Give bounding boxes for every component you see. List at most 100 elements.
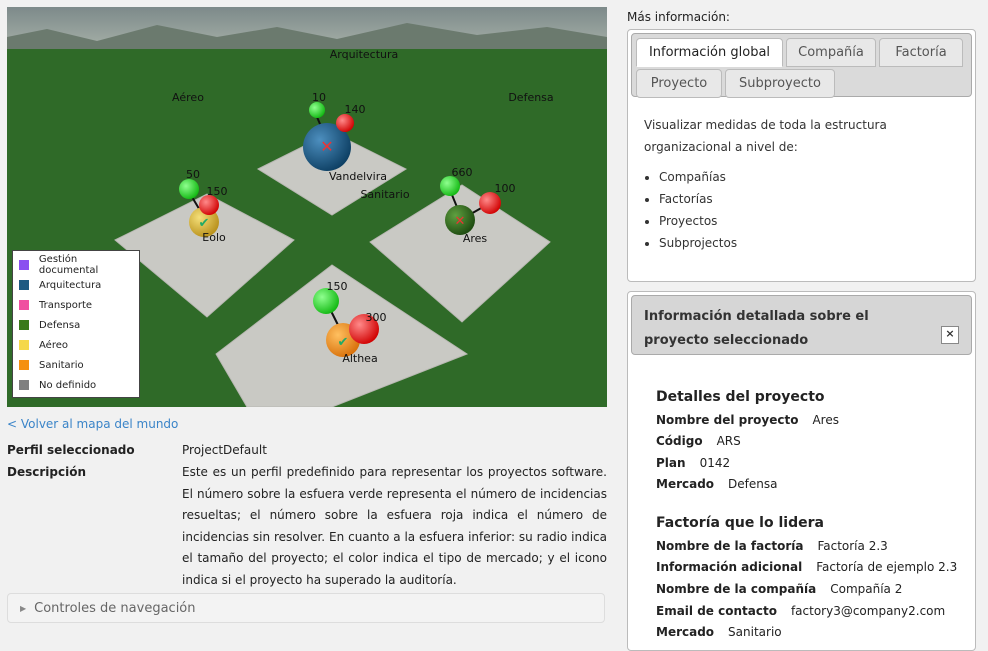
resolved-sphere-vandelvira[interactable] bbox=[309, 102, 325, 118]
global-info-text: Visualizar medidas de toda la estructura… bbox=[644, 118, 887, 154]
project-details-heading: Detalles del proyecto bbox=[656, 389, 825, 405]
legend-item: Defensa bbox=[19, 315, 139, 335]
sector-label-top: Arquitectura bbox=[329, 48, 399, 61]
description-row: Descripción Este es un perfil predefinid… bbox=[7, 462, 607, 592]
project-name-eolo: Eolo bbox=[202, 231, 226, 244]
unresolved-sphere-vandelvira[interactable] bbox=[336, 114, 354, 132]
tab-compania[interactable]: Compañía bbox=[786, 38, 876, 67]
close-button[interactable]: × bbox=[941, 326, 959, 344]
detail-key: Nombre de la factoría bbox=[656, 539, 804, 553]
detail-value: Ares bbox=[812, 413, 839, 427]
legend-label: Defensa bbox=[39, 319, 81, 331]
unresolved-sphere-ares[interactable] bbox=[479, 192, 501, 214]
cross-icon: ✕ bbox=[320, 137, 333, 156]
tab-informacion-global[interactable]: Información global bbox=[636, 38, 783, 67]
project-name-vandelvira: Vandelvira bbox=[328, 170, 388, 183]
resolved-sphere-ares[interactable] bbox=[440, 176, 460, 196]
legend-swatch bbox=[19, 320, 29, 330]
list-item: Compañías bbox=[659, 166, 959, 188]
detail-value: Factoría de ejemplo 2.3 bbox=[816, 560, 958, 574]
detail-value: Sanitario bbox=[728, 625, 782, 639]
detail-row: Mercado Sanitario bbox=[656, 625, 782, 639]
detail-row: Código ARS bbox=[656, 434, 741, 448]
legend-swatch bbox=[19, 280, 29, 290]
legend-swatch bbox=[19, 360, 29, 370]
check-icon: ✔ bbox=[338, 335, 349, 350]
legend-swatch bbox=[19, 260, 29, 270]
resolved-count-althea: 150 bbox=[326, 280, 348, 293]
sector-label-center: Sanitario bbox=[360, 188, 410, 201]
global-info-panel: Información global Compañía Factoría Pro… bbox=[627, 29, 976, 282]
market-legend: Gestión documental Arquitectura Transpor… bbox=[12, 250, 140, 398]
resolved-count-ares: 660 bbox=[451, 166, 473, 179]
project-detail-title: Información detallada sobre el proyecto … bbox=[644, 309, 869, 348]
project-3d-view[interactable]: ✕ ✔ ✕ ✔ Arquitectura Aéreo Defensa Sanit… bbox=[7, 7, 607, 407]
legend-label: Gestión documental bbox=[38, 254, 99, 276]
detail-key: Información adicional bbox=[656, 560, 803, 574]
resolved-sphere-eolo[interactable] bbox=[179, 179, 199, 199]
detail-key: Mercado bbox=[656, 477, 715, 491]
unresolved-count-vandelvira: 140 bbox=[344, 103, 366, 116]
list-item: Subprojectos bbox=[659, 232, 959, 254]
legend-label: No definido bbox=[39, 379, 97, 391]
profile-label: Perfil seleccionado bbox=[7, 443, 135, 457]
detail-value: factory3@company2.com bbox=[790, 604, 946, 618]
detail-value: Factoría 2.3 bbox=[817, 539, 888, 553]
legend-item: Sanitario bbox=[19, 355, 139, 375]
legend-swatch bbox=[19, 300, 29, 310]
navigation-controls-label: Controles de navegación bbox=[34, 600, 196, 616]
project-detail-header: Información detallada sobre el proyecto … bbox=[631, 295, 972, 355]
legend-item: Transporte bbox=[19, 295, 139, 315]
profile-value: ProjectDefault bbox=[182, 443, 267, 457]
detail-key: Plan bbox=[656, 456, 686, 470]
detail-row: Nombre del proyecto Ares bbox=[656, 413, 839, 427]
cross-icon: ✕ bbox=[455, 214, 466, 229]
tab-subproyecto[interactable]: Subproyecto bbox=[725, 69, 835, 98]
legend-item: Arquitectura bbox=[19, 275, 139, 295]
legend-item: No definido bbox=[19, 375, 139, 395]
profile-row: Perfil seleccionado ProjectDefault bbox=[7, 443, 607, 463]
project-name-ares: Ares bbox=[462, 232, 488, 245]
project-name-althea: Althea bbox=[342, 352, 378, 365]
tab-factoria[interactable]: Factoría bbox=[879, 38, 963, 67]
legend-swatch bbox=[19, 340, 29, 350]
tab-proyecto[interactable]: Proyecto bbox=[636, 69, 722, 98]
check-icon: ✔ bbox=[199, 216, 210, 231]
detail-key: Mercado bbox=[656, 625, 715, 639]
sector-label-right: Defensa bbox=[508, 91, 554, 104]
detail-row: Plan 0142 bbox=[656, 456, 730, 470]
detail-row: Email de contacto factory3@company2.com bbox=[656, 604, 945, 618]
project-detail-panel: Información detallada sobre el proyecto … bbox=[627, 291, 976, 651]
detail-row: Información adicional Factoría de ejemplo… bbox=[656, 560, 957, 574]
detail-key: Nombre de la compañía bbox=[656, 582, 817, 596]
back-to-world-map-link[interactable]: < Volver al mapa del mundo bbox=[7, 417, 178, 431]
unresolved-sphere-eolo[interactable] bbox=[199, 195, 219, 215]
global-info-body: Visualizar medidas de toda la estructura… bbox=[628, 100, 975, 254]
detail-value: Defensa bbox=[728, 477, 778, 491]
unresolved-count-eolo: 150 bbox=[206, 185, 228, 198]
unresolved-count-ares: 100 bbox=[494, 182, 516, 195]
detail-key: Código bbox=[656, 434, 703, 448]
legend-item: Aéreo bbox=[19, 335, 139, 355]
legend-label: Arquitectura bbox=[39, 279, 102, 291]
detail-row: Nombre de la factoría Factoría 2.3 bbox=[656, 539, 888, 553]
resolved-count-eolo: 50 bbox=[186, 168, 200, 181]
detail-key: Email de contacto bbox=[656, 604, 777, 618]
legend-label: Transporte bbox=[39, 299, 93, 311]
info-tabs: Información global Compañía Factoría Pro… bbox=[631, 33, 972, 98]
detail-row: Mercado Defensa bbox=[656, 477, 778, 491]
factory-heading: Factoría que lo lidera bbox=[656, 515, 824, 531]
detail-value: ARS bbox=[716, 434, 741, 448]
detail-row: Nombre de la compañía Compañía 2 bbox=[656, 582, 902, 596]
legend-item: Gestión documental bbox=[19, 254, 139, 276]
navigation-controls-toggle[interactable]: ▶ Controles de navegación bbox=[7, 593, 605, 623]
global-info-list: Compañías Factorías Proyectos Subproject… bbox=[644, 166, 959, 254]
detail-key: Nombre del proyecto bbox=[656, 413, 799, 427]
detail-value: Compañía 2 bbox=[830, 582, 903, 596]
unresolved-count-althea: 300 bbox=[365, 311, 387, 324]
list-item: Factorías bbox=[659, 188, 959, 210]
legend-label: Sanitario bbox=[39, 359, 84, 371]
sector-label-left: Aéreo bbox=[172, 91, 204, 104]
legend-label: Aéreo bbox=[39, 339, 68, 351]
description-value: Este es un perfil predefinido para repre… bbox=[182, 465, 607, 587]
